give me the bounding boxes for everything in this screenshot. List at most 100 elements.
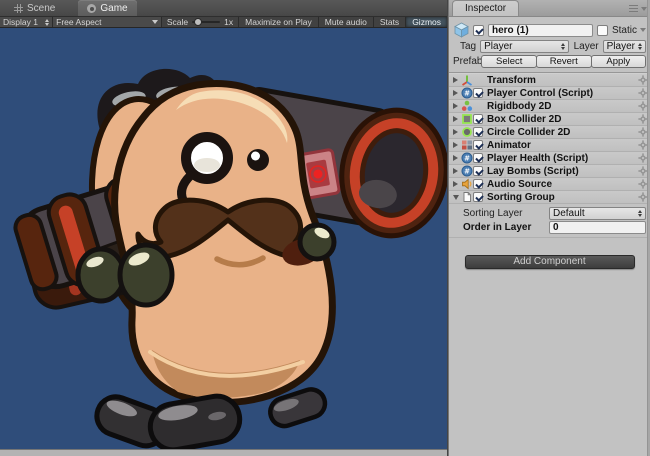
tab-menu-icon[interactable] <box>629 5 638 12</box>
popup-icon <box>561 43 565 50</box>
component-row[interactable]: Rigidbody 2D <box>449 100 650 113</box>
popup-icon <box>45 19 49 26</box>
inspector-panel: Inspector hero (1) Static Tag Player <box>449 0 650 456</box>
component-name: Lay Bombs (Script) <box>487 166 636 177</box>
display-dropdown-value: Display 1 <box>3 17 42 27</box>
layer-dropdown[interactable]: Player <box>603 40 646 53</box>
component-row[interactable]: Animator <box>449 139 650 152</box>
game-toolbar: Display 1 Free Aspect Scale 1x Maximize … <box>0 17 447 28</box>
static-checkbox[interactable] <box>597 25 608 36</box>
component-enabled-checkbox[interactable] <box>473 114 487 124</box>
foldout-triangle-icon[interactable] <box>451 103 460 109</box>
popup-icon <box>638 43 642 50</box>
add-component-button[interactable]: Add Component <box>465 255 635 269</box>
layer-value: Player <box>607 41 635 52</box>
aspect-dropdown[interactable]: Free Aspect <box>53 17 162 27</box>
tag-value: Player <box>484 41 558 52</box>
tab-scene[interactable]: Scene <box>5 0 64 16</box>
component-enabled-checkbox[interactable] <box>473 88 487 98</box>
static-flags-dropdown-icon[interactable] <box>640 28 646 32</box>
component-row[interactable]: # Lay Bombs (Script) <box>449 165 650 178</box>
foldout-triangle-icon[interactable] <box>451 116 460 122</box>
transform-icon <box>460 74 473 86</box>
gizmos-button[interactable]: Gizmos <box>405 17 447 27</box>
foldout-triangle-icon[interactable] <box>451 195 460 200</box>
component-name: Transform <box>487 75 636 86</box>
component-name: Animator <box>487 140 636 151</box>
order-in-layer-field[interactable]: 0 <box>549 221 646 234</box>
mute-audio-button[interactable]: Mute audio <box>318 17 373 27</box>
component-enabled-checkbox[interactable] <box>473 127 487 137</box>
script-icon: # <box>460 165 473 177</box>
tab-game-label: Game <box>100 3 127 14</box>
sorting-layer-dropdown[interactable]: Default <box>549 207 646 220</box>
gameobject-header: hero (1) Static Tag Player Layer Player … <box>449 17 650 73</box>
foldout-triangle-icon[interactable] <box>451 90 460 96</box>
right-eye <box>247 149 269 171</box>
prefab-apply-button[interactable]: Apply <box>591 55 647 68</box>
component-name: Audio Source <box>487 179 636 190</box>
component-row[interactable]: Sorting Group <box>449 191 650 204</box>
box-collider-icon <box>460 113 473 125</box>
maximize-on-play-button[interactable]: Maximize on Play <box>238 17 318 27</box>
foldout-triangle-icon[interactable] <box>451 129 460 135</box>
animator-icon <box>460 139 473 151</box>
sorting-group-body: Sorting Layer Default Order in Layer 0 <box>449 204 650 238</box>
scale-slider[interactable] <box>192 21 220 23</box>
scale-slider-thumb[interactable] <box>194 18 202 26</box>
component-row[interactable]: Transform <box>449 74 650 87</box>
view-tabbar: Scene Game <box>0 0 447 17</box>
prefab-revert-button[interactable]: Revert <box>536 55 592 68</box>
display-dropdown[interactable]: Display 1 <box>0 17 53 27</box>
prefab-select-button[interactable]: Select <box>481 55 537 68</box>
game-viewport[interactable] <box>0 28 447 449</box>
foldout-triangle-icon[interactable] <box>451 77 460 83</box>
component-name: Box Collider 2D <box>487 114 636 125</box>
static-label: Static <box>612 25 637 36</box>
foldout-triangle-icon[interactable] <box>451 142 460 148</box>
foldout-triangle-icon[interactable] <box>451 181 460 187</box>
tag-dropdown[interactable]: Player <box>480 40 569 53</box>
scene-grid-icon <box>14 4 23 13</box>
aspect-dropdown-value: Free Aspect <box>56 17 149 27</box>
component-row[interactable]: # Player Control (Script) <box>449 87 650 100</box>
audio-icon <box>460 178 473 190</box>
component-enabled-checkbox[interactable] <box>473 179 487 189</box>
component-enabled-checkbox[interactable] <box>473 140 487 150</box>
component-row[interactable]: Circle Collider 2D <box>449 126 650 139</box>
script-icon: # <box>460 87 473 99</box>
sorting-layer-value: Default <box>553 208 635 219</box>
component-enabled-checkbox[interactable] <box>473 192 487 202</box>
tab-inspector-label: Inspector <box>465 3 506 14</box>
tab-inspector[interactable]: Inspector <box>452 0 519 16</box>
game-view-icon <box>87 4 96 13</box>
stats-button[interactable]: Stats <box>373 17 405 27</box>
component-enabled-checkbox[interactable] <box>473 166 487 176</box>
tab-game[interactable]: Game <box>78 0 136 16</box>
component-enabled-checkbox[interactable] <box>473 153 487 163</box>
component-row[interactable]: Box Collider 2D <box>449 113 650 126</box>
scale-label: Scale <box>167 17 188 27</box>
sorting-layer-label: Sorting Layer <box>463 208 549 219</box>
game-toolbar-buttons: Maximize on Play Mute audio Stats Gizmos <box>238 17 447 27</box>
unity-editor-window: { "game_panel": { "tabs": [ { "label": "… <box>0 0 650 456</box>
component-row[interactable]: Audio Source <box>449 178 650 191</box>
order-in-layer-label: Order in Layer <box>463 222 549 233</box>
svg-text:#: # <box>464 168 470 176</box>
gameobject-name-field[interactable]: hero (1) <box>488 24 593 37</box>
component-name: Sorting Group <box>487 192 636 203</box>
component-name: Player Control (Script) <box>487 88 636 99</box>
scale-value: 1x <box>224 17 233 27</box>
component-name: Circle Collider 2D <box>487 127 636 138</box>
sorting-group-icon <box>460 191 473 203</box>
svg-text:#: # <box>464 90 470 98</box>
foldout-triangle-icon[interactable] <box>451 155 460 161</box>
game-view-bottom-border <box>0 449 447 456</box>
layer-label: Layer <box>574 41 599 52</box>
component-name: Rigidbody 2D <box>487 101 636 112</box>
foldout-triangle-icon[interactable] <box>451 168 460 174</box>
gameobject-enabled-checkbox[interactable] <box>473 25 484 36</box>
svg-text:#: # <box>464 155 470 163</box>
rigidbody-icon <box>460 100 473 112</box>
component-row[interactable]: # Player Health (Script) <box>449 152 650 165</box>
